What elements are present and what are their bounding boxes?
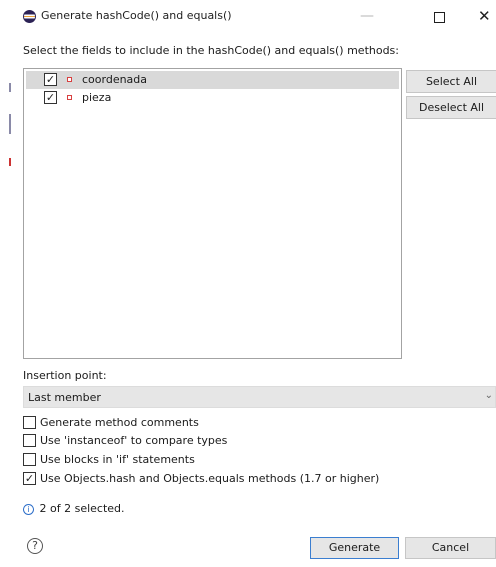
help-button[interactable]: ? <box>27 538 43 554</box>
insertion-point-value: Last member <box>28 391 101 404</box>
field-list[interactable]: ✓ coordenada ✓ pieza <box>23 68 402 359</box>
close-button[interactable]: ✕ <box>478 8 491 24</box>
status-text: 2 of 2 selected. <box>39 502 125 515</box>
field-checkbox[interactable]: ✓ <box>44 73 57 86</box>
eclipse-icon <box>23 10 36 23</box>
background-window-edge <box>0 0 12 567</box>
option-use-blocks[interactable]: Use blocks in 'if' statements <box>23 452 483 468</box>
window-title: Generate hashCode() and equals() <box>41 9 232 22</box>
field-label: coordenada <box>82 73 148 86</box>
field-row-coordenada[interactable]: ✓ coordenada <box>26 71 399 89</box>
option-label: Use blocks in 'if' statements <box>40 453 195 466</box>
option-checkbox[interactable] <box>23 453 36 466</box>
maximize-button[interactable] <box>434 12 445 23</box>
option-checkbox[interactable]: ✓ <box>23 472 36 485</box>
edge-marker-error <box>9 158 11 166</box>
edge-marker <box>9 114 11 134</box>
edge-marker <box>9 83 11 92</box>
option-checkbox[interactable] <box>23 416 36 429</box>
option-label: Use 'instanceof' to compare types <box>40 434 228 447</box>
option-checkbox[interactable] <box>23 434 36 447</box>
instructions-label: Select the fields to include in the hash… <box>23 44 399 57</box>
field-checkbox[interactable]: ✓ <box>44 91 57 104</box>
field-row-pieza[interactable]: ✓ pieza <box>26 89 399 107</box>
insertion-point-label: Insertion point: <box>23 369 107 382</box>
chevron-down-icon: ⌄ <box>484 390 493 401</box>
option-label: Use Objects.hash and Objects.equals meth… <box>40 472 380 485</box>
option-generate-comments[interactable]: Generate method comments <box>23 415 483 431</box>
minimize-button[interactable]: — <box>360 8 374 24</box>
cancel-button[interactable]: Cancel <box>405 537 496 559</box>
private-field-icon <box>67 77 72 82</box>
field-label: pieza <box>82 91 112 104</box>
option-label: Generate method comments <box>40 416 199 429</box>
insertion-point-dropdown[interactable]: Last member ⌄ <box>23 386 496 408</box>
private-field-icon <box>67 95 72 100</box>
generate-button[interactable]: Generate <box>310 537 399 559</box>
deselect-all-button[interactable]: Deselect All <box>406 96 496 119</box>
option-use-objects-hash[interactable]: ✓ Use Objects.hash and Objects.equals me… <box>23 471 483 487</box>
title-bar: Generate hashCode() and equals() — ✕ <box>0 0 496 34</box>
info-icon: i <box>23 503 34 515</box>
option-use-instanceof[interactable]: Use 'instanceof' to compare types <box>23 433 483 449</box>
status-message: i 2 of 2 selected. <box>23 502 125 515</box>
select-all-button[interactable]: Select All <box>406 70 496 93</box>
